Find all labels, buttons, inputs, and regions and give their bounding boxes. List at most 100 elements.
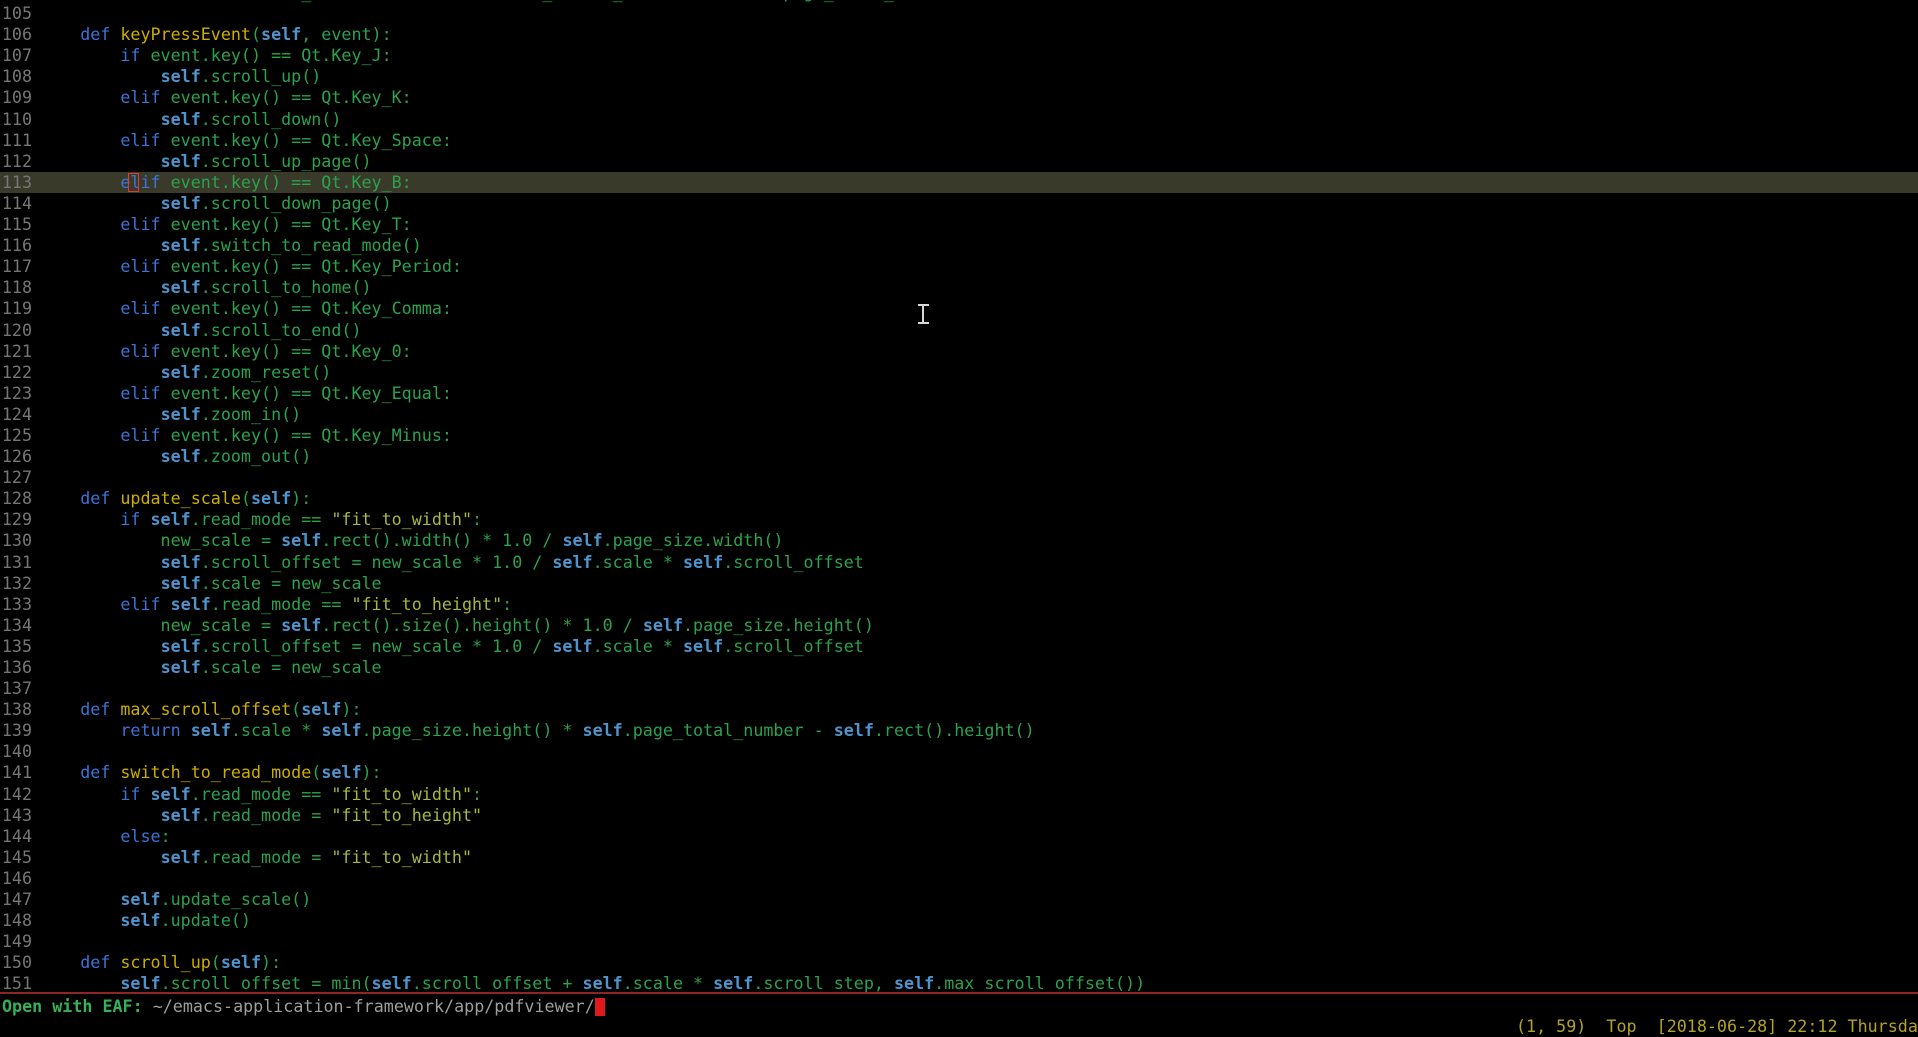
code-line[interactable]: 135 self.scroll_offset = new_scale * 1.0… [0,636,1918,657]
code-token [40,425,120,445]
code-line[interactable]: 139 return self.scale * self.page_size.h… [0,720,1918,741]
code-token [40,109,161,129]
code-text: elif event.key() == Qt.Key_0: [40,341,412,361]
code-line[interactable]: 140 [0,741,1918,762]
code-line[interactable]: 144 else: [0,826,1918,847]
code-line[interactable]: 124 self.zoom_in() [0,404,1918,425]
line-number: 132 [0,573,40,594]
code-line[interactable]: 116 self.switch_to_read_mode() [0,235,1918,256]
code-line[interactable]: 111 elif event.key() == Qt.Key_Space: [0,130,1918,151]
code-line[interactable]: 121 elif event.key() == Qt.Key_0: [0,341,1918,362]
code-line[interactable]: 136 self.scale = new_scale [0,657,1918,678]
code-token: .read_mode == [211,594,352,614]
code-line[interactable]: 127 [0,467,1918,488]
code-line[interactable]: 110 self.scroll_down() [0,109,1918,130]
code-line[interactable]: 150 def scroll_up(self): [0,952,1918,973]
code-line[interactable]: 107 if event.key() == Qt.Key_J: [0,45,1918,66]
line-number: 119 [0,298,40,319]
code-line[interactable]: 141 def switch_to_read_mode(self): [0,762,1918,783]
line-number: 120 [0,320,40,341]
code-token: event.key() == Qt.Key_K: [161,87,412,107]
code-token: elif [120,341,160,361]
code-line[interactable]: 128 def update_scale(self): [0,488,1918,509]
line-number: 145 [0,847,40,868]
code-line[interactable]: 142 if self.read_mode == "fit_to_width": [0,784,1918,805]
code-line[interactable]: 109 elif event.key() == Qt.Key_K: [0,87,1918,108]
i-beam-stem [922,306,924,322]
code-line[interactable]: 126 self.zoom_out() [0,446,1918,467]
code-token [110,762,120,782]
code-text: self.scroll_offset = min(self.scroll_off… [40,973,1145,993]
code-line[interactable]: 146 [0,868,1918,889]
code-line[interactable]: 125 elif event.key() == Qt.Key_Minus: [0,425,1918,446]
code-token: self [161,193,201,213]
code-token [40,214,120,234]
code-line[interactable]: 145 self.read_mode = "fit_to_width" [0,847,1918,868]
code-token [40,298,120,318]
code-token: if [120,784,140,804]
minibuffer-input[interactable]: ~/emacs-application-framework/app/pdfvie… [153,996,595,1016]
code-line[interactable]: 115 elif event.key() == Qt.Key_T: [0,214,1918,235]
code-line[interactable]: 132 self.scale = new_scale [0,573,1918,594]
line-number: 127 [0,467,40,488]
code-line[interactable]: 143 self.read_mode = "fit_to_height" [0,805,1918,826]
code-token: self [683,636,723,656]
code-token: elif [120,298,160,318]
code-line[interactable]: 130 new_scale = self.rect().width() * 1.… [0,530,1918,551]
code-token: elif [120,130,160,150]
code-token: if [120,509,140,529]
code-token [110,952,120,972]
code-line[interactable]: 138 def max_scroll_offset(self): [0,699,1918,720]
code-line[interactable]: 134 new_scale = self.rect().size().heigh… [0,615,1918,636]
code-token: self [161,446,201,466]
line-number: 150 [0,952,40,973]
code-line[interactable]: 123 elif event.key() == Qt.Key_Equal: [0,383,1918,404]
code-line[interactable]: 112 self.scroll_up_page() [0,151,1918,172]
line-number: 108 [0,66,40,87]
code-token: .scroll_offset = new_scale * 1.0 / [201,552,553,572]
code-line[interactable]: 133 elif self.read_mode == "fit_to_heigh… [0,594,1918,615]
code-line[interactable]: 106 def keyPressEvent(self, event): [0,24,1918,45]
i-beam-mouse-cursor [916,304,931,324]
code-token [40,573,161,593]
code-buffer[interactable]: return self.scroll_offset * 1.0 / self.m… [0,0,1918,995]
code-token: elif [120,172,160,192]
code-token [110,699,120,719]
code-text: elif event.key() == Qt.Key_Comma: [40,298,452,318]
code-token: return [120,720,180,740]
code-line[interactable]: 131 self.scroll_offset = new_scale * 1.0… [0,552,1918,573]
code-token: .scroll_step, [753,973,894,993]
code-line[interactable]: 120 self.scroll_to_end() [0,320,1918,341]
code-line[interactable]: 108 self.scroll_up() [0,66,1918,87]
code-line[interactable]: 147 self.update_scale() [0,889,1918,910]
code-line[interactable]: 122 self.zoom_reset() [0,362,1918,383]
code-line[interactable]: 105 [0,3,1918,24]
code-text: self.update_scale() [40,889,311,909]
code-token [40,235,161,255]
code-line[interactable]: 113 elif event.key() == Qt.Key_B: [0,172,1918,193]
minibuffer[interactable]: Open with EAF: ~/emacs-application-frame… [2,996,605,1017]
line-number: 107 [0,45,40,66]
code-line[interactable]: 118 self.scroll_to_home() [0,277,1918,298]
line-number: 146 [0,868,40,889]
code-text: elif event.key() == Qt.Key_Equal: [40,383,452,403]
line-number: 122 [0,362,40,383]
line-number: 125 [0,425,40,446]
code-line[interactable]: 129 if self.read_mode == "fit_to_width": [0,509,1918,530]
code-token [40,362,161,382]
code-line[interactable]: 137 [0,678,1918,699]
code-token [40,910,120,930]
line-number: 109 [0,87,40,108]
code-line[interactable]: 149 [0,931,1918,952]
code-token [40,130,120,150]
code-line[interactable]: 148 self.update() [0,910,1918,931]
code-token: .rect().height() [874,720,1035,740]
code-token: self [161,573,201,593]
code-line[interactable]: 119 elif event.key() == Qt.Key_Comma: [0,298,1918,319]
code-token: .max_scroll_offset()) [934,973,1145,993]
code-line[interactable]: 117 elif event.key() == Qt.Key_Period: [0,256,1918,277]
code-line[interactable]: 114 self.scroll_down_page() [0,193,1918,214]
code-token [40,24,80,44]
code-token [40,594,120,614]
line-number: 135 [0,636,40,657]
